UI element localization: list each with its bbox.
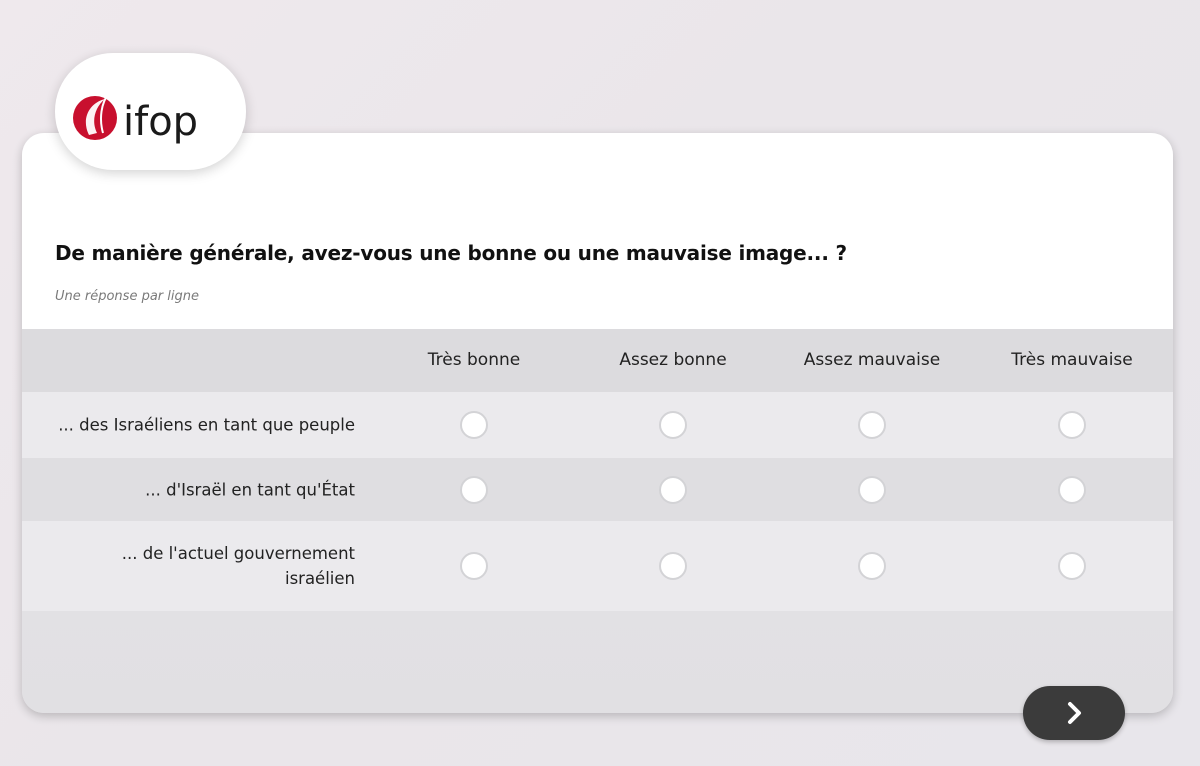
row-label: ... de l'actuel gouvernement israélien [121,544,355,588]
question-instruction: Une réponse par ligne [55,289,199,304]
radio-israeliens-assez-mauvaise[interactable] [858,411,886,439]
ifop-logo: ifop [73,92,198,145]
survey-card: De manière générale, avez-vous une bonne… [22,133,1173,713]
next-button[interactable] [1023,686,1125,740]
row-label: ... des Israéliens en tant que peuple [58,415,355,435]
ifop-logo-badge: ifop [55,53,246,170]
answer-scale-header: Très bonne Assez bonne Assez mauvaise Tr… [22,329,1173,392]
grid-row-gouvernement: ... de l'actuel gouvernement israélien [22,521,1173,611]
radio-israel-etat-tres-mauvaise[interactable] [1058,475,1086,504]
grid-row-israel-etat: ... d'Israël en tant qu'État [22,458,1173,521]
radio-israeliens-tres-mauvaise[interactable] [1058,411,1086,439]
logo-text: ifop [123,99,198,145]
radio-israeliens-assez-bonne[interactable] [659,411,687,439]
row-label: ... d'Israël en tant qu'État [145,480,355,499]
column-header-assez-bonne: Assez bonne [619,350,727,370]
column-header-assez-mauvaise: Assez mauvaise [803,350,941,370]
radio-gouvernement-tres-bonne[interactable] [460,552,488,580]
radio-gouvernement-assez-mauvaise[interactable] [858,552,886,580]
question-title: De manière générale, avez-vous une bonne… [55,241,847,265]
chevron-right-icon [1068,702,1081,724]
radio-israel-etat-assez-mauvaise[interactable] [858,475,886,504]
radio-israel-etat-assez-bonne[interactable] [659,475,687,504]
radio-gouvernement-tres-mauvaise[interactable] [1058,552,1086,580]
grid-row-israeliens: ... des Israéliens en tant que peuple [22,392,1173,458]
radio-israeliens-tres-bonne[interactable] [460,411,488,439]
column-header-tres-mauvaise: Très mauvaise [1011,350,1133,370]
radio-israel-etat-tres-bonne[interactable] [460,475,488,504]
column-header-tres-bonne: Très bonne [427,350,521,370]
radio-gouvernement-assez-bonne[interactable] [659,552,687,580]
